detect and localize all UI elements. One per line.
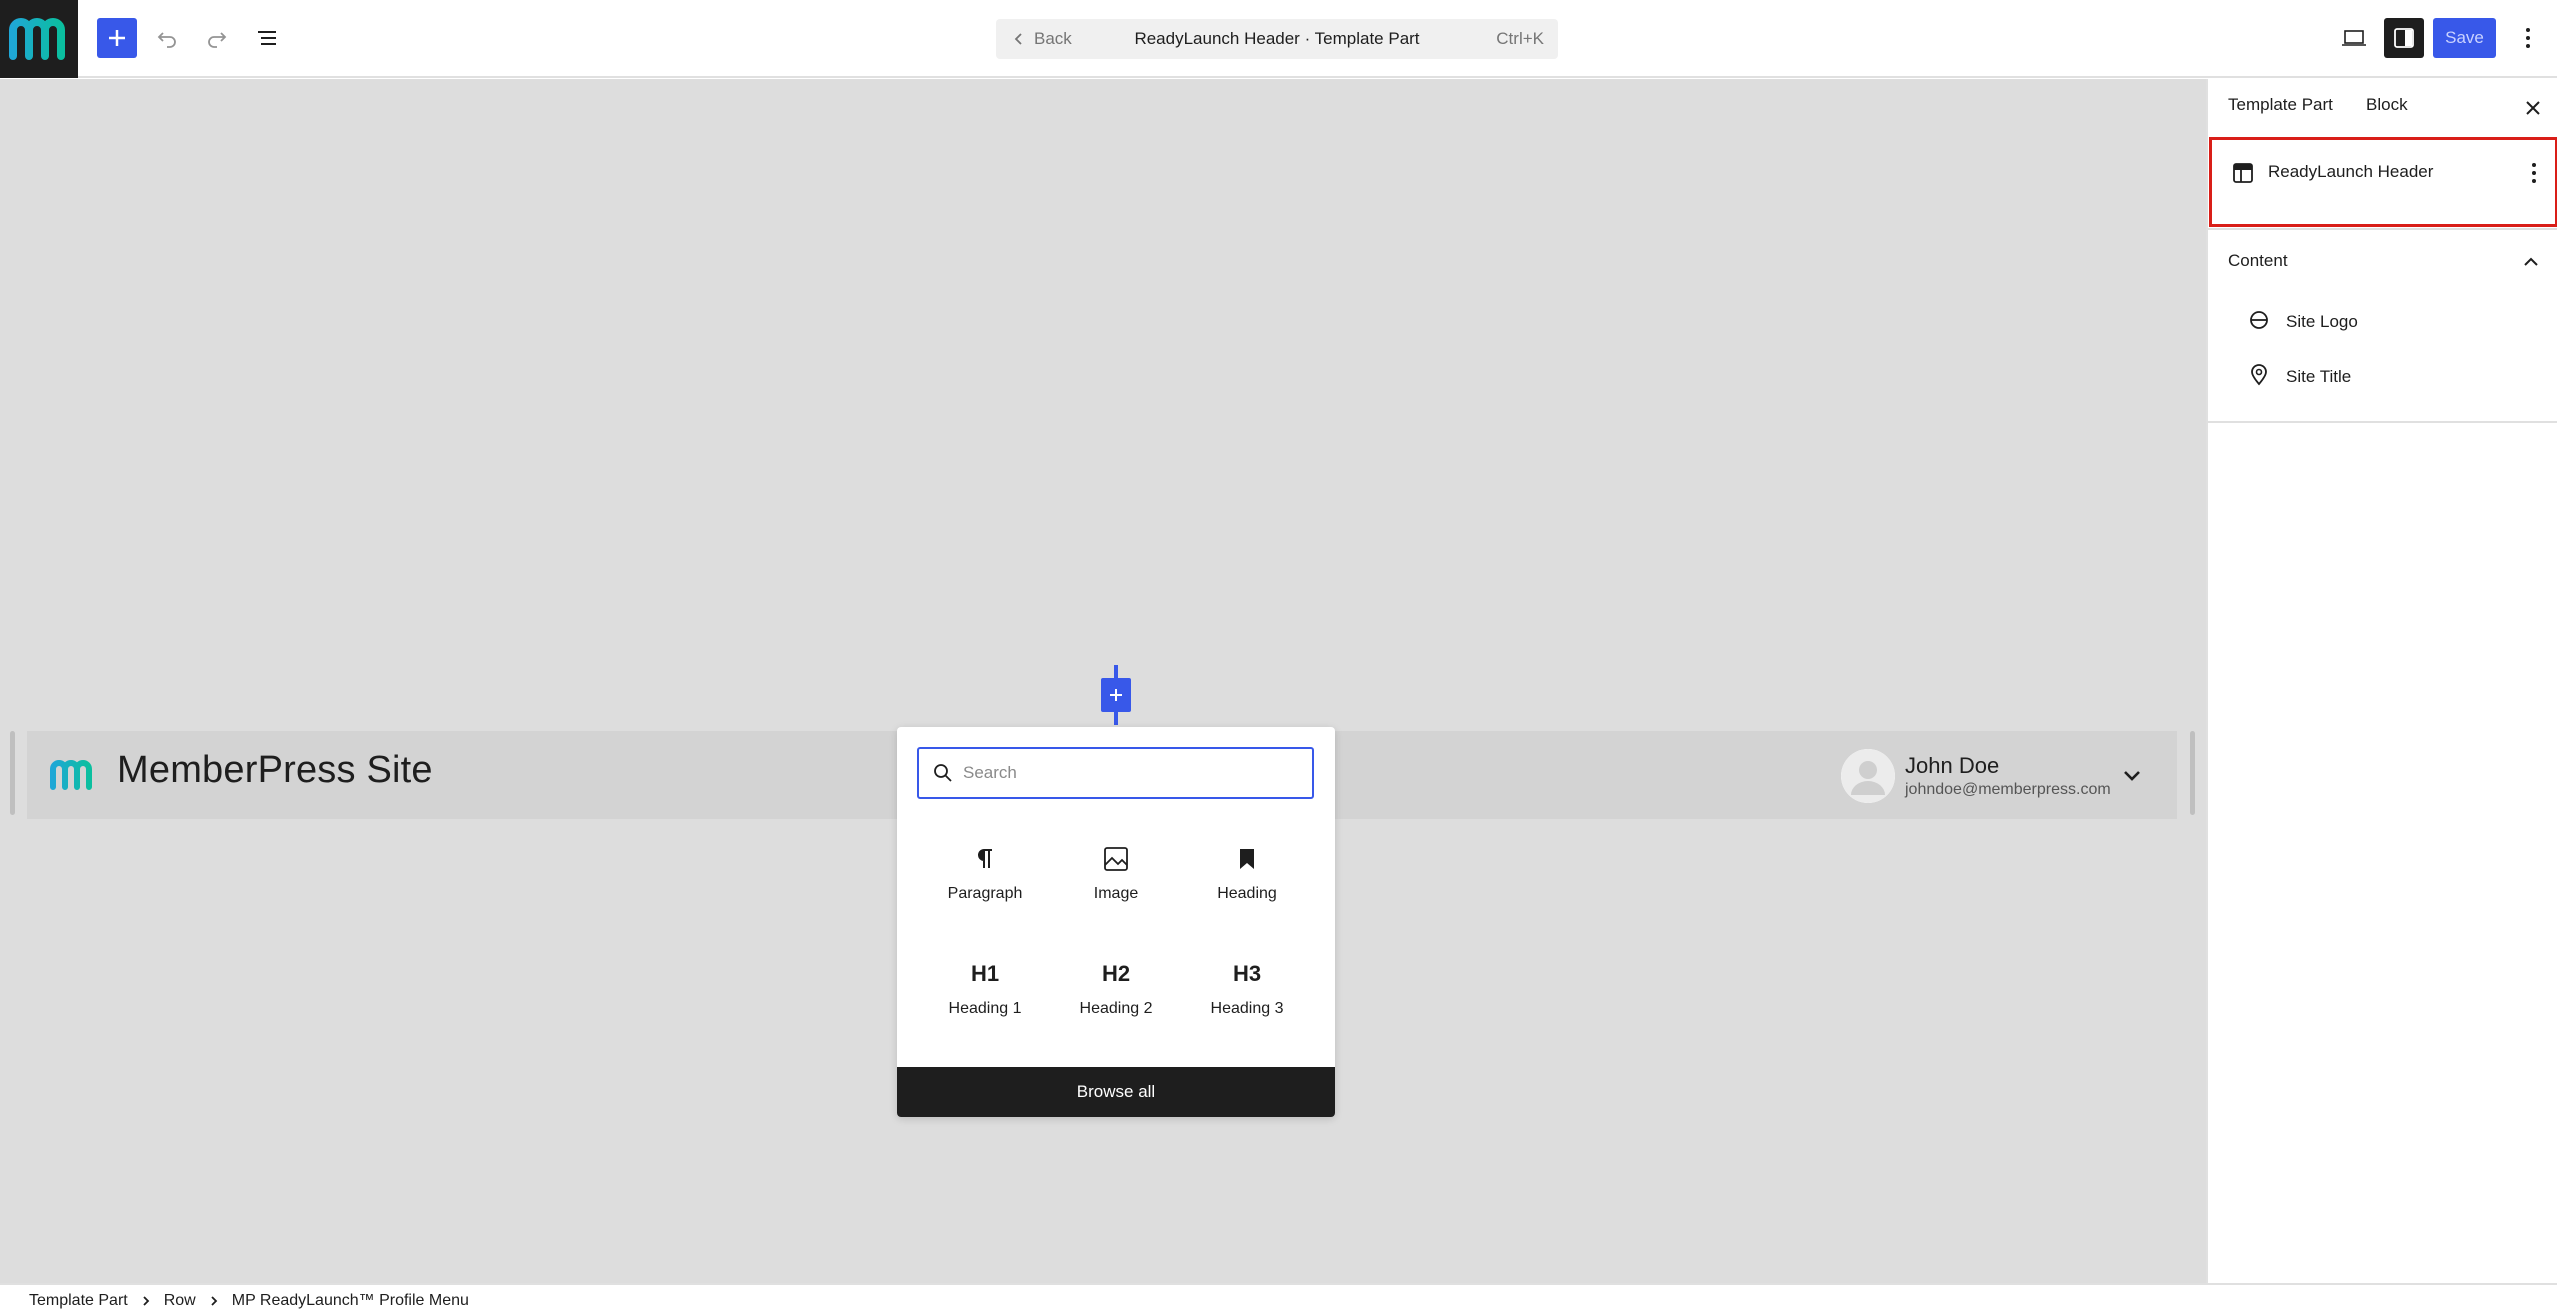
template-part-actions-button[interactable] [2519,156,2549,190]
breadcrumb-item[interactable]: Template Part [29,1292,128,1310]
memberpress-logo[interactable] [0,0,78,78]
content-item-label: Site Title [2286,367,2352,386]
divider [2208,421,2557,423]
profile-menu-toggle[interactable] [2117,761,2147,791]
command-palette-trigger[interactable]: Back ReadyLaunch Header · Template Part … [996,19,1558,59]
chevron-down-icon [2124,771,2140,781]
block-label: Image [1093,885,1139,902]
content-item-site-title[interactable]: Site Title [2248,360,2351,394]
avatar[interactable] [1841,749,1895,803]
content-item-site-logo[interactable]: Site Logo [2248,305,2358,339]
block-inserter-toggle[interactable] [97,18,137,58]
redo-icon [208,32,227,48]
more-vertical-icon [2532,163,2536,183]
content-panel-toggle[interactable] [2514,245,2548,279]
document-title: ReadyLaunch Header · Template Part [1134,29,1420,48]
resize-handle-right[interactable] [2190,731,2195,815]
plus-icon [1110,689,1122,701]
block-label: Heading 3 [1210,1000,1284,1017]
block-option-heading-3[interactable]: H3 Heading 3 [1182,942,1312,1042]
block-option-heading-1[interactable]: H1 Heading 1 [920,942,1050,1042]
memberpress-logo-icon [50,760,92,790]
profile-name: John Doe [1905,753,2000,778]
tab-template-part[interactable]: Template Part [2228,95,2333,115]
block-option-paragraph[interactable]: Paragraph [920,827,1050,927]
plus-icon [109,30,125,46]
site-logo-block[interactable] [49,759,103,796]
close-icon [2526,101,2540,115]
profile-email: johndoe@memberpress.com [1905,781,2111,798]
h2-icon: H2 [1101,961,1131,986]
more-vertical-icon [2526,28,2530,48]
block-option-image[interactable]: Image [1051,827,1181,927]
block-option-heading-2[interactable]: H2 Heading 2 [1051,942,1181,1042]
undo-button[interactable] [147,18,187,58]
paragraph-icon [975,837,995,881]
map-pin-icon [2248,363,2270,391]
device-preview-button[interactable] [2334,18,2374,58]
h3-icon: H3 [1232,961,1262,986]
site-logo-icon [2248,309,2270,336]
list-view-icon [258,31,276,45]
chevron-right-icon [210,1295,218,1307]
sidebar-tabs: Template Part Block [2208,79,2557,135]
settings-sidebar-toggle[interactable] [2384,18,2424,58]
search-icon [933,761,957,785]
save-button[interactable]: Save [2433,18,2496,58]
breadcrumb-item[interactable]: Row [164,1292,196,1310]
chevron-up-icon [2524,257,2538,266]
template-part-title: ReadyLaunch Header [2268,162,2434,181]
bookmark-icon [1238,837,1256,881]
close-sidebar-button[interactable] [2516,91,2550,125]
block-label: Heading 2 [1079,1000,1153,1017]
sidebar-icon [2394,28,2414,48]
block-label: Heading [1217,885,1277,902]
image-icon [1103,837,1129,881]
chevron-right-icon [142,1295,150,1307]
breadcrumb-item: MP ReadyLaunch™ Profile Menu [231,1291,469,1309]
content-item-label: Site Logo [2286,312,2358,331]
document-overview-button[interactable] [247,18,287,58]
desktop-icon [2342,30,2366,46]
undo-icon [157,32,176,48]
block-breadcrumb: Template Part Row MP ReadyLaunch™ Profil… [0,1283,2557,1316]
browse-all-button[interactable]: Browse all [897,1067,1335,1117]
settings-sidebar: Template Part Block ReadyLaunch Header C… [2206,79,2557,1283]
h1-icon: H1 [970,961,1000,986]
tab-block[interactable]: Block [2366,95,2408,115]
memberpress-m-icon [9,18,65,60]
redo-button[interactable] [197,18,237,58]
block-option-heading[interactable]: Heading [1182,827,1312,927]
search-input[interactable] [963,763,1303,783]
shortcut-hint: Ctrl+K [1496,29,1544,48]
block-label: Paragraph [947,885,1023,902]
options-menu-button[interactable] [2508,18,2548,58]
site-title-block[interactable]: MemberPress Site [117,749,433,792]
inline-inserter-button[interactable] [1101,678,1131,712]
layout-icon [2232,162,2256,186]
user-avatar-icon [1841,749,1895,803]
block-label: Heading 1 [948,1000,1022,1017]
inserter-search[interactable] [917,747,1314,799]
content-panel-title[interactable]: Content [2228,251,2288,271]
resize-handle-left[interactable] [10,731,15,815]
editor-header: Back ReadyLaunch Header · Template Part … [0,0,2557,78]
template-part-card: ReadyLaunch Header [2209,137,2557,227]
quick-inserter: Paragraph Image Heading H1 Heading 1 H2 … [897,727,1335,1117]
divider [2208,228,2557,230]
